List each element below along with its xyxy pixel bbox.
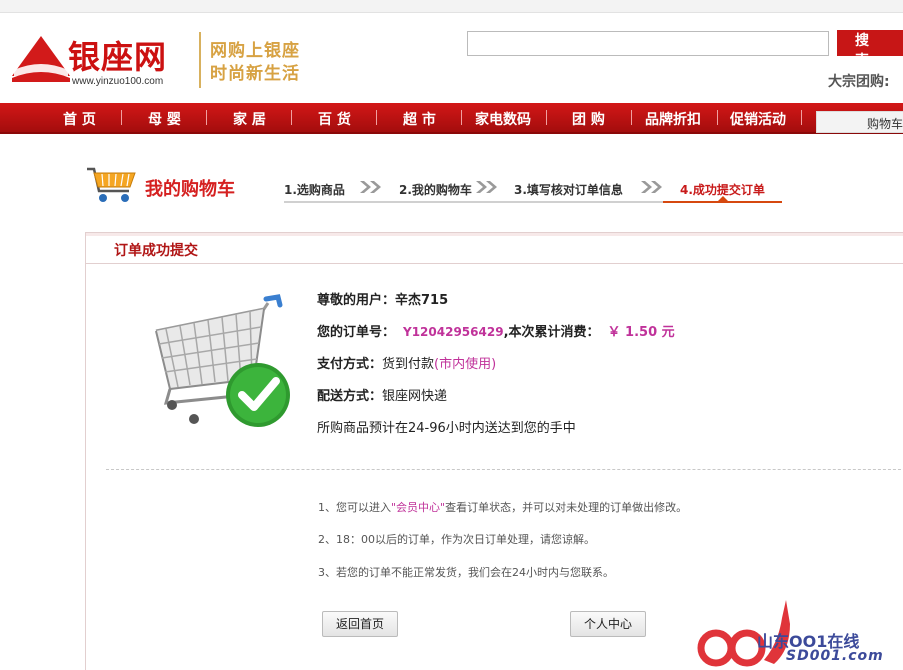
- shipping-row: 配送方式：银座网快递: [317, 385, 447, 404]
- watermark-domain: SD001.com: [786, 648, 884, 664]
- nav-item-promotions[interactable]: 促销活动: [730, 109, 786, 129]
- step-arrow-icon: [641, 181, 662, 193]
- shopping-cart-icon: [87, 167, 136, 202]
- nav-item-home-living[interactable]: 家 居: [233, 109, 266, 129]
- nav-separator: [546, 110, 547, 125]
- order-row: 您的订单号： Y12042956429,本次累计消费： ￥ 1.50 元: [317, 321, 675, 340]
- nav-item-department[interactable]: 百 货: [318, 109, 351, 129]
- nav-separator: [206, 110, 207, 125]
- active-step-indicator: [663, 201, 782, 203]
- panel-header-accent: [86, 233, 903, 236]
- order-label: 您的订单号：: [317, 325, 396, 340]
- nav-separator: [801, 110, 802, 125]
- payment-row: 支付方式：货到付款(市内使用): [317, 353, 496, 372]
- nav-item-electronics[interactable]: 家电数码: [475, 109, 531, 129]
- ship-label: 配送方式：: [317, 389, 383, 404]
- main-nav: 首 页 母 婴 家 居 百 货 超 市 家电数码 团 购 品牌折扣 促销活动 购…: [0, 103, 903, 134]
- tip-3: 3、若您的订单不能正常发货，我们会在24小时内与您联系。: [318, 566, 614, 579]
- nav-separator: [461, 110, 462, 125]
- nav-separator: [291, 110, 292, 125]
- panel-title: 订单成功提交: [114, 243, 198, 259]
- pay-label: 支付方式：: [317, 357, 383, 372]
- step-arrow-icon: [360, 181, 381, 193]
- pay-value: 货到付款: [382, 357, 435, 372]
- nav-item-home[interactable]: 首 页: [63, 109, 96, 129]
- nav-separator: [631, 110, 632, 125]
- pay-note: (市内使用): [434, 357, 497, 372]
- nav-item-supermarket[interactable]: 超 市: [403, 109, 436, 129]
- slogan: 网购上银座 时尚新生活: [210, 40, 300, 86]
- slogan-divider: [199, 32, 201, 88]
- group-buy-link[interactable]: 大宗团购:: [828, 71, 890, 91]
- delivery-note: 所购商品预计在24-96小时内送达到您的手中: [317, 421, 576, 436]
- back-home-button[interactable]: 返回首页: [322, 611, 398, 637]
- nav-cart-link[interactable]: 购物车: [816, 111, 903, 133]
- site-logo[interactable]: 银座网 www.yinzuo100.com: [12, 34, 192, 92]
- ship-value: 银座网快递: [382, 389, 448, 404]
- user-label: 尊敬的用户：: [317, 293, 396, 308]
- top-strip: [0, 0, 903, 13]
- panel-header: 订单成功提交: [86, 233, 903, 264]
- order-number: Y12042956429: [403, 325, 504, 339]
- active-step-caret: [718, 196, 728, 201]
- step-1-select-products: 1.选购商品: [284, 183, 345, 197]
- nav-separator: [376, 110, 377, 125]
- tip-2: 2、18：00以后的订单，作为次日订单处理，请您谅解。: [318, 533, 595, 546]
- dashed-divider: [106, 469, 903, 470]
- cart-success-icon: [155, 294, 290, 427]
- checkout-steps: 1.选购商品 2.我的购物车 3.填写核对订单信息 4.成功提交订单: [284, 179, 784, 205]
- step-2-my-cart: 2.我的购物车: [399, 183, 472, 197]
- logo-mark-icon: [12, 36, 70, 82]
- nav-separator: [717, 110, 718, 125]
- step-arrow-icon: [476, 181, 497, 193]
- step-3-fill-order-info: 3.填写核对订单信息: [514, 183, 623, 197]
- slogan-line-1: 网购上银座: [210, 41, 300, 61]
- tip-1: 1、您可以进入"会员中心"查看订单状态，并可以对未处理的订单做出修改。: [318, 499, 687, 515]
- user-value: 辛杰715: [395, 293, 449, 308]
- order-amount: ￥ 1.50 元: [607, 325, 675, 340]
- nav-item-baby[interactable]: 母 婴: [148, 109, 181, 129]
- user-center-button[interactable]: 个人中心: [570, 611, 646, 637]
- logo-url: www.yinzuo100.com: [72, 76, 164, 87]
- slogan-line-2: 时尚新生活: [210, 64, 300, 84]
- search-button[interactable]: 搜 索: [837, 30, 903, 68]
- user-row: 尊敬的用户：辛杰715: [317, 289, 448, 308]
- nav-item-brand-discount[interactable]: 品牌折扣: [645, 109, 701, 129]
- spend-label: ,本次累计消费：: [503, 325, 600, 340]
- nav-item-group-buy[interactable]: 团 购: [572, 109, 605, 129]
- tip-1-suffix: 查看订单状态，并可以对未处理的订单做出修改。: [445, 501, 688, 514]
- search-input[interactable]: [467, 31, 829, 56]
- member-center-link[interactable]: "会员中心": [391, 501, 445, 514]
- nav-separator: [121, 110, 122, 125]
- cart-title: 我的购物车: [145, 179, 235, 200]
- tip-1-prefix: 1、您可以进入: [318, 501, 391, 514]
- logo-text: 银座网: [68, 38, 168, 76]
- sd001-watermark: 山东OO1在线 SD001.com: [694, 598, 903, 670]
